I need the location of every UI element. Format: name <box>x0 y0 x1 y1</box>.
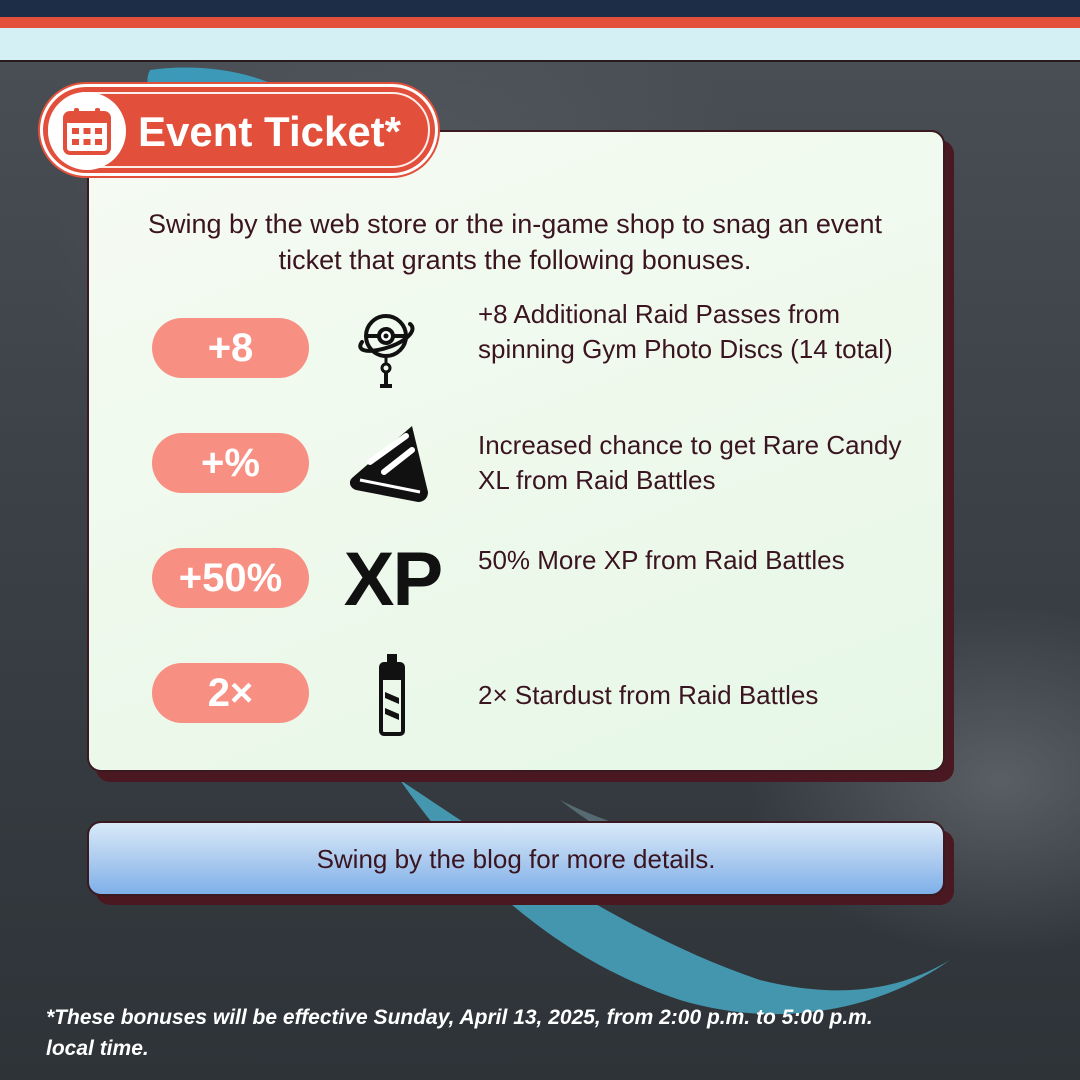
bonus-description: 2× Stardust from Raid Battles <box>478 680 819 710</box>
top-navy-stripe <box>0 0 1080 17</box>
bonus-pill: +8 <box>152 318 309 378</box>
bonus-pill: +% <box>152 433 309 493</box>
blog-details-button[interactable]: Swing by the blog for more details. <box>87 821 945 896</box>
badge-icon-holder <box>48 92 126 170</box>
top-red-stripe <box>0 17 1080 28</box>
raid-pass-icon <box>358 314 415 388</box>
bonus-pill: 2× <box>152 663 309 723</box>
bonus-pill: +50% <box>152 548 309 608</box>
intro-text: Swing by the web store or the in-game sh… <box>148 209 882 275</box>
top-light-stripe <box>0 28 1080 62</box>
bonus-description: 50% More XP from Raid Battles <box>478 545 845 575</box>
footnote: *These bonuses will be effective Sunday,… <box>46 1006 873 1060</box>
rare-candy-xl-icon <box>349 426 428 502</box>
xp-icon: XP <box>343 537 443 622</box>
calendar-icon <box>63 108 111 155</box>
stardust-icon <box>379 654 405 736</box>
badge-title: Event Ticket* <box>138 108 402 155</box>
bonus-description: Increased chance to get Rare Candy XL fr… <box>478 430 902 495</box>
bonus-description: +8 Additional Raid Passes from spinning … <box>478 299 893 364</box>
